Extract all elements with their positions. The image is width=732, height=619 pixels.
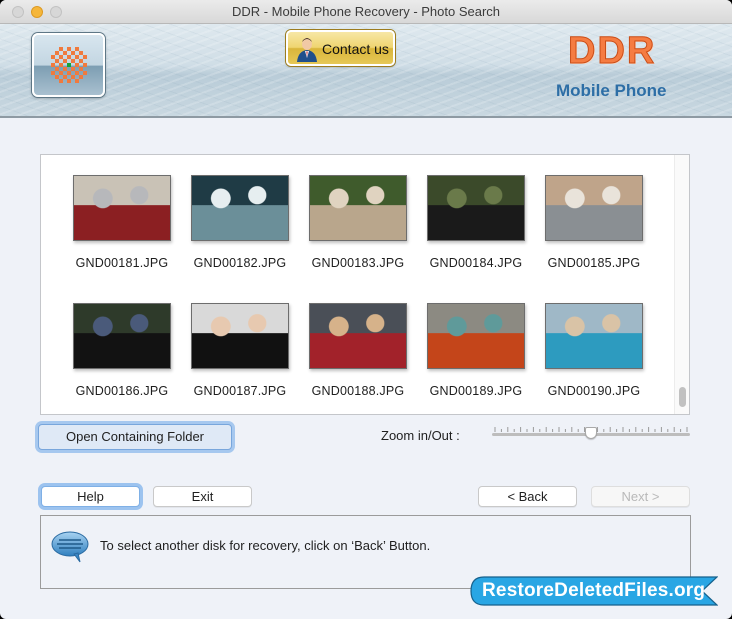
photo-filename: GND00187.JPG bbox=[193, 384, 287, 398]
photo-thumbnail[interactable] bbox=[73, 175, 171, 241]
maximize-window-button[interactable] bbox=[50, 6, 62, 18]
photo-thumbnail[interactable] bbox=[73, 303, 171, 369]
photo-item[interactable]: GND00188.JPG bbox=[299, 303, 417, 398]
photo-gallery: GND00181.JPG GND00182.JPG GND00183.JPG GND0… bbox=[40, 154, 690, 415]
zoom-slider[interactable] bbox=[492, 425, 690, 445]
speech-bubble-icon bbox=[51, 531, 89, 563]
contact-us-button[interactable]: Contact us bbox=[286, 30, 395, 66]
vertical-scrollbar[interactable] bbox=[674, 155, 689, 414]
photo-thumbnail[interactable] bbox=[545, 303, 643, 369]
photo-thumbnail[interactable] bbox=[427, 175, 525, 241]
checker-logo-icon bbox=[51, 47, 87, 83]
brand-logo-text: DDR bbox=[567, 30, 657, 73]
photo-filename: GND00184.JPG bbox=[429, 256, 523, 270]
photo-thumbnail[interactable] bbox=[191, 175, 289, 241]
info-message: To select another disk for recovery, cli… bbox=[100, 538, 431, 553]
photo-filename: GND00185.JPG bbox=[547, 256, 641, 270]
close-window-button[interactable] bbox=[12, 6, 24, 18]
slider-thumb[interactable] bbox=[585, 427, 597, 439]
header-banner: Contact us DDR Mobile Phone bbox=[0, 24, 732, 118]
app-logo bbox=[32, 33, 105, 97]
watermark-text: RestoreDeletedFiles.org bbox=[482, 580, 706, 601]
photo-item[interactable]: GND00183.JPG bbox=[299, 175, 417, 270]
open-containing-folder-button[interactable]: Open Containing Folder bbox=[38, 424, 232, 450]
window-title: DDR - Mobile Phone Recovery - Photo Sear… bbox=[231, 4, 501, 19]
next-button: Next > bbox=[591, 486, 690, 507]
person-icon bbox=[297, 38, 317, 62]
photo-thumbnail[interactable] bbox=[545, 175, 643, 241]
photo-item[interactable]: GND00185.JPG bbox=[535, 175, 653, 270]
photo-filename: GND00189.JPG bbox=[429, 384, 523, 398]
photo-filename: GND00181.JPG bbox=[75, 256, 169, 270]
contact-us-label: Contact us bbox=[322, 41, 389, 57]
photo-filename: GND00182.JPG bbox=[193, 256, 287, 270]
exit-button[interactable]: Exit bbox=[153, 486, 252, 507]
back-button[interactable]: < Back bbox=[478, 486, 577, 507]
photo-thumbnail[interactable] bbox=[309, 303, 407, 369]
title-bar: DDR - Mobile Phone Recovery - Photo Sear… bbox=[0, 0, 732, 24]
photo-item[interactable]: GND00182.JPG bbox=[181, 175, 299, 270]
photo-item[interactable]: GND00184.JPG bbox=[417, 175, 535, 270]
scrollbar-thumb[interactable] bbox=[679, 387, 686, 407]
photo-filename: GND00190.JPG bbox=[547, 384, 641, 398]
photo-item[interactable]: GND00187.JPG bbox=[181, 303, 299, 398]
help-button[interactable]: Help bbox=[41, 486, 140, 507]
brand-subtitle: Mobile Phone bbox=[556, 81, 667, 100]
photo-thumbnail[interactable] bbox=[427, 303, 525, 369]
photo-item[interactable]: GND00189.JPG bbox=[417, 303, 535, 398]
minimize-window-button[interactable] bbox=[31, 6, 43, 18]
photo-thumbnail[interactable] bbox=[191, 303, 289, 369]
watermark-ribbon: RestoreDeletedFiles.org bbox=[470, 576, 719, 606]
app-window: DDR - Mobile Phone Recovery - Photo Sear… bbox=[0, 0, 732, 619]
zoom-label: Zoom in/Out : bbox=[381, 428, 460, 443]
photo-item[interactable]: GND00181.JPG bbox=[63, 175, 181, 270]
photo-item[interactable]: GND00190.JPG bbox=[535, 303, 653, 398]
photo-filename: GND00183.JPG bbox=[311, 256, 405, 270]
photo-thumbnail[interactable] bbox=[309, 175, 407, 241]
photo-item[interactable]: GND00186.JPG bbox=[63, 303, 181, 398]
photo-filename: GND00188.JPG bbox=[311, 384, 405, 398]
photo-filename: GND00186.JPG bbox=[75, 384, 169, 398]
